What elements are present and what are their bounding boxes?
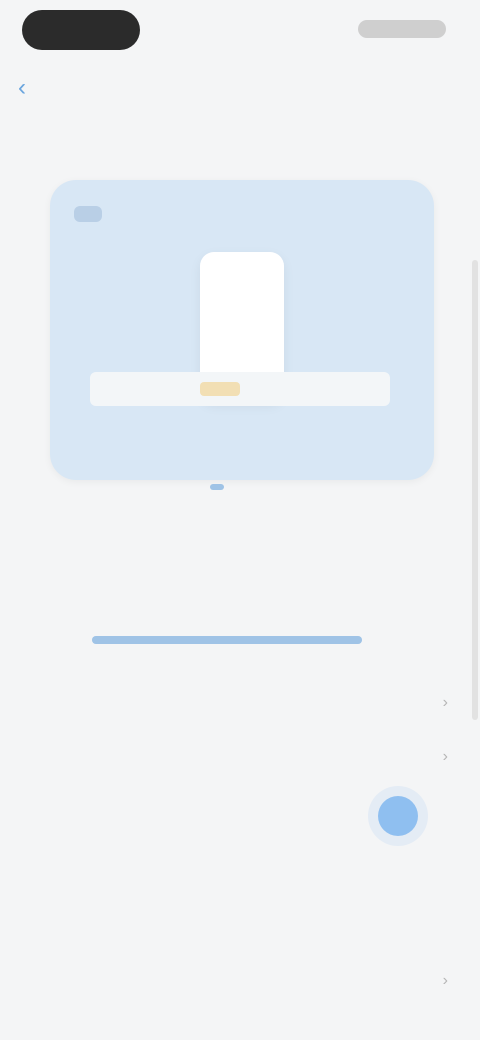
status-pill xyxy=(22,10,140,50)
slider-row xyxy=(0,620,480,660)
preview-card[interactable] xyxy=(50,180,434,480)
toggle-switch[interactable] xyxy=(378,796,418,836)
slider-fill xyxy=(92,636,362,644)
chevron-right-icon: › xyxy=(442,972,448,989)
status-indicators xyxy=(358,20,446,38)
strip-accent xyxy=(200,382,240,396)
settings-row-6[interactable]: › xyxy=(0,956,480,1008)
navigation-bar: ‹ xyxy=(0,64,480,112)
chevron-right-icon: › xyxy=(442,748,448,765)
settings-row-5[interactable] xyxy=(0,904,480,956)
chevron-left-icon: ‹ xyxy=(18,74,26,101)
nav-action-button[interactable] xyxy=(406,78,462,98)
chevron-right-icon: › xyxy=(442,694,448,711)
slider-track[interactable] xyxy=(92,636,362,644)
preview-badge xyxy=(74,206,102,222)
back-button[interactable]: ‹ xyxy=(18,76,48,100)
device-strip xyxy=(90,372,390,406)
settings-row-1[interactable]: › xyxy=(0,678,480,730)
settings-row-4[interactable] xyxy=(0,840,480,892)
settings-row-2[interactable]: › xyxy=(0,732,480,784)
page-indicator[interactable] xyxy=(210,484,224,490)
settings-row-3[interactable] xyxy=(0,786,480,838)
status-bar xyxy=(0,0,480,64)
scrollbar[interactable] xyxy=(472,260,478,720)
